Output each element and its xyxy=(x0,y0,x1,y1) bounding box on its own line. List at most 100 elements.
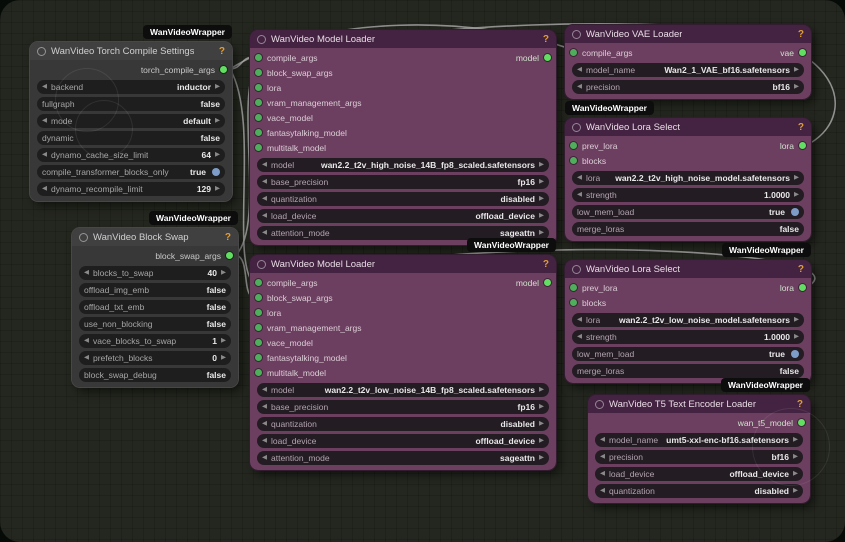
increment-icon[interactable] xyxy=(793,437,798,444)
increment-icon[interactable] xyxy=(539,213,544,220)
node-titlebar[interactable]: WanVideo Model Loader ? xyxy=(250,30,556,48)
help-icon[interactable]: ? xyxy=(543,34,549,45)
widget-blocks-to-swap[interactable]: blocks_to_swap 40 xyxy=(79,266,231,280)
widget-dynamic[interactable]: dynamic false xyxy=(37,131,225,145)
toggle-on-icon[interactable] xyxy=(791,208,799,216)
input-dot-icon[interactable] xyxy=(255,369,262,376)
node-torch-compile-settings[interactable]: WanVideoWrapper WanVideo Torch Compile S… xyxy=(29,25,233,202)
widget-attention-mode[interactable]: attention_mode sageattn xyxy=(257,451,549,465)
input-slot-prev-lora[interactable]: prev_lora xyxy=(570,283,617,293)
widget-lora[interactable]: lora wan2.2_t2v_high_noise_model.safeten… xyxy=(572,171,804,185)
widget-prefetch-blocks[interactable]: prefetch_blocks 0 xyxy=(79,351,231,365)
increment-icon[interactable] xyxy=(215,118,220,125)
decrement-icon[interactable] xyxy=(262,404,267,411)
node-titlebar[interactable]: WanVideo Block Swap ? xyxy=(72,228,238,246)
input-dot-icon[interactable] xyxy=(255,99,262,106)
output-slot-lora[interactable]: lora xyxy=(780,141,806,151)
node-lora-select-high[interactable]: WanVideoWrapper WanVideo Lora Select ? p… xyxy=(564,101,812,242)
widget-load-device[interactable]: load_device offload_device xyxy=(257,434,549,448)
input-dot-icon[interactable] xyxy=(255,354,262,361)
collapse-toggle-icon[interactable] xyxy=(572,122,581,132)
output-slot-lora[interactable]: lora xyxy=(780,283,806,293)
collapse-toggle-icon[interactable] xyxy=(37,46,46,56)
input-slot-prev-lora[interactable]: prev_lora xyxy=(570,141,617,151)
decrement-icon[interactable] xyxy=(577,334,582,341)
increment-icon[interactable] xyxy=(793,488,798,495)
widget-offload-txt-emb[interactable]: offload_txt_emb false xyxy=(79,300,231,314)
increment-icon[interactable] xyxy=(794,84,799,91)
input-dot-icon[interactable] xyxy=(255,54,262,61)
widget-precision[interactable]: precision bf16 xyxy=(595,450,803,464)
input-dot-icon[interactable] xyxy=(255,279,262,286)
node-titlebar[interactable]: WanVideo Lora Select ? xyxy=(565,260,811,278)
increment-icon[interactable] xyxy=(794,317,799,324)
decrement-icon[interactable] xyxy=(262,455,267,462)
increment-icon[interactable] xyxy=(539,230,544,237)
decrement-icon[interactable] xyxy=(42,186,47,193)
increment-icon[interactable] xyxy=(539,438,544,445)
increment-icon[interactable] xyxy=(215,152,220,159)
output-dot-icon[interactable] xyxy=(226,252,233,259)
node-titlebar[interactable]: WanVideo VAE Loader ? xyxy=(565,25,811,43)
decrement-icon[interactable] xyxy=(84,355,89,362)
input-slot-blocks[interactable]: blocks xyxy=(565,153,811,168)
decrement-icon[interactable] xyxy=(577,317,582,324)
input-dot-icon[interactable] xyxy=(255,144,262,151)
decrement-icon[interactable] xyxy=(262,438,267,445)
widget-model[interactable]: model wan2.2_t2v_high_noise_14B_fp8_scal… xyxy=(257,158,549,172)
decrement-icon[interactable] xyxy=(600,437,605,444)
input-dot-icon[interactable] xyxy=(255,324,262,331)
decrement-icon[interactable] xyxy=(262,230,267,237)
output-dot-icon[interactable] xyxy=(799,49,806,56)
widget-block-swap-debug[interactable]: block_swap_debug false xyxy=(79,368,231,382)
increment-icon[interactable] xyxy=(215,186,220,193)
widget-load-device[interactable]: load_device offload_device xyxy=(595,467,803,481)
input-dot-icon[interactable] xyxy=(570,142,577,149)
input-slot-compile-args[interactable]: compile_args xyxy=(570,48,633,58)
output-slot-wan-t5-model[interactable]: wan_t5_model xyxy=(588,415,810,430)
output-dot-icon[interactable] xyxy=(799,284,806,291)
decrement-icon[interactable] xyxy=(262,387,267,394)
input-slot-fantasytalking-model[interactable]: fantasytalking_model xyxy=(250,350,556,365)
output-dot-icon[interactable] xyxy=(220,66,227,73)
widget-model-name[interactable]: model_name umt5-xxl-enc-bf16.safetensors xyxy=(595,433,803,447)
output-slot-vae[interactable]: vae xyxy=(780,48,806,58)
decrement-icon[interactable] xyxy=(42,84,47,91)
widget-lora[interactable]: lora wan2.2_t2v_low_noise_model.safetens… xyxy=(572,313,804,327)
input-dot-icon[interactable] xyxy=(570,284,577,291)
output-slot-block-swap-args[interactable]: block_swap_args xyxy=(72,248,238,263)
decrement-icon[interactable] xyxy=(84,338,89,345)
decrement-icon[interactable] xyxy=(600,471,605,478)
input-slot-vace-model[interactable]: vace_model xyxy=(250,110,556,125)
increment-icon[interactable] xyxy=(794,334,799,341)
decrement-icon[interactable] xyxy=(600,454,605,461)
input-slot-compile-args[interactable]: compile_args xyxy=(250,50,556,65)
node-titlebar[interactable]: WanVideo Lora Select ? xyxy=(565,118,811,136)
node-t5-text-encoder-loader[interactable]: WanVideoWrapper WanVideo T5 Text Encoder… xyxy=(587,378,811,504)
output-dot-icon[interactable] xyxy=(798,419,805,426)
widget-strength[interactable]: strength 1.0000 xyxy=(572,188,804,202)
node-lora-select-low[interactable]: WanVideoWrapper WanVideo Lora Select ? p… xyxy=(564,243,812,384)
help-icon[interactable]: ? xyxy=(219,46,225,57)
widget-offload-img-emb[interactable]: offload_img_emb false xyxy=(79,283,231,297)
input-dot-icon[interactable] xyxy=(255,84,262,91)
help-icon[interactable]: ? xyxy=(543,259,549,270)
increment-icon[interactable] xyxy=(215,84,220,91)
node-titlebar[interactable]: WanVideo T5 Text Encoder Loader ? xyxy=(588,395,810,413)
collapse-toggle-icon[interactable] xyxy=(572,29,581,39)
decrement-icon[interactable] xyxy=(577,192,582,199)
increment-icon[interactable] xyxy=(539,455,544,462)
input-slot-multitalk-model[interactable]: multitalk_model xyxy=(250,365,556,380)
widget-use-non-blocking[interactable]: use_non_blocking false xyxy=(79,317,231,331)
increment-icon[interactable] xyxy=(793,471,798,478)
input-slot-vram-management-args[interactable]: vram_management_args xyxy=(250,320,556,335)
decrement-icon[interactable] xyxy=(600,488,605,495)
decrement-icon[interactable] xyxy=(577,175,582,182)
widget-base-precision[interactable]: base_precision fp16 xyxy=(257,175,549,189)
increment-icon[interactable] xyxy=(794,67,799,74)
input-slot-fantasytalking-model[interactable]: fantasytalking_model xyxy=(250,125,556,140)
decrement-icon[interactable] xyxy=(262,196,267,203)
input-dot-icon[interactable] xyxy=(255,309,262,316)
input-dot-icon[interactable] xyxy=(255,339,262,346)
widget-low-mem-load[interactable]: low_mem_load true xyxy=(572,347,804,361)
